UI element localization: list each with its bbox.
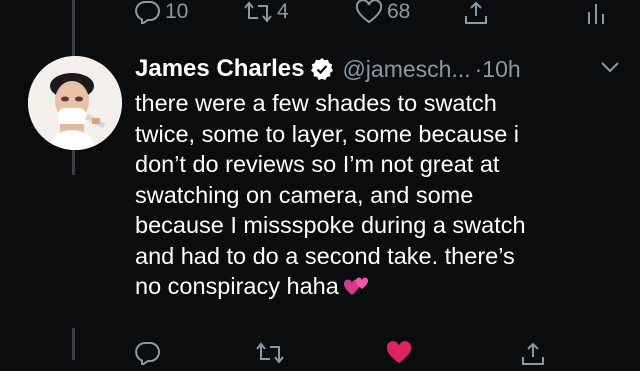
heart-icon bbox=[385, 341, 413, 365]
tweet-actions bbox=[135, 341, 640, 371]
tweet-line-last: no conspiracy haha bbox=[135, 271, 615, 306]
heart-icon bbox=[355, 0, 383, 24]
retweet-count: 4 bbox=[277, 0, 289, 23]
share-button[interactable] bbox=[463, 0, 489, 26]
tweet-time[interactable]: ·10h bbox=[475, 56, 521, 83]
like-button[interactable] bbox=[385, 341, 413, 365]
reply-count: 10 bbox=[165, 0, 189, 23]
tweet-line: because I missspoke during a swatch bbox=[135, 212, 526, 238]
tweet-body: there were a few shades to swatch twice,… bbox=[135, 88, 615, 306]
two-hearts-emoji-icon bbox=[343, 274, 371, 306]
retweet-button[interactable]: 4 bbox=[243, 0, 289, 24]
user-handle[interactable]: @jamesch... bbox=[342, 56, 470, 83]
previous-tweet-actions: 10 4 68 bbox=[135, 0, 640, 30]
retweet-icon bbox=[243, 0, 273, 24]
tweet-header: James Charles @jamesch... ·10h bbox=[135, 52, 620, 86]
reply-icon bbox=[135, 0, 161, 24]
reply-icon bbox=[135, 341, 161, 365]
retweet-button[interactable] bbox=[255, 341, 285, 365]
verified-badge-icon bbox=[310, 57, 334, 81]
thread-line-lower bbox=[72, 328, 75, 360]
display-name[interactable]: James Charles bbox=[135, 55, 304, 83]
avatar-image bbox=[28, 56, 122, 150]
tweet-line: swatching on camera, and some bbox=[135, 181, 474, 208]
like-count: 68 bbox=[387, 0, 411, 23]
chevron-down-icon[interactable] bbox=[600, 60, 620, 79]
share-button[interactable] bbox=[520, 341, 546, 367]
tweet-line: there were a few shades to swatch bbox=[135, 90, 497, 116]
tweet-line: twice, some to layer, some because i bbox=[135, 120, 520, 147]
analytics-icon bbox=[585, 0, 607, 26]
avatar[interactable] bbox=[28, 56, 122, 150]
like-button[interactable]: 68 bbox=[355, 0, 410, 24]
reply-button[interactable] bbox=[135, 341, 161, 365]
tweet-line: and had to do a second take. there’s bbox=[135, 242, 515, 269]
retweet-icon bbox=[255, 341, 285, 365]
share-icon bbox=[463, 0, 489, 26]
share-icon bbox=[520, 341, 546, 367]
tweet-line: don’t do reviews so I’m not great at bbox=[135, 151, 500, 177]
analytics-button[interactable] bbox=[585, 0, 607, 26]
reply-button[interactable]: 10 bbox=[135, 0, 188, 24]
